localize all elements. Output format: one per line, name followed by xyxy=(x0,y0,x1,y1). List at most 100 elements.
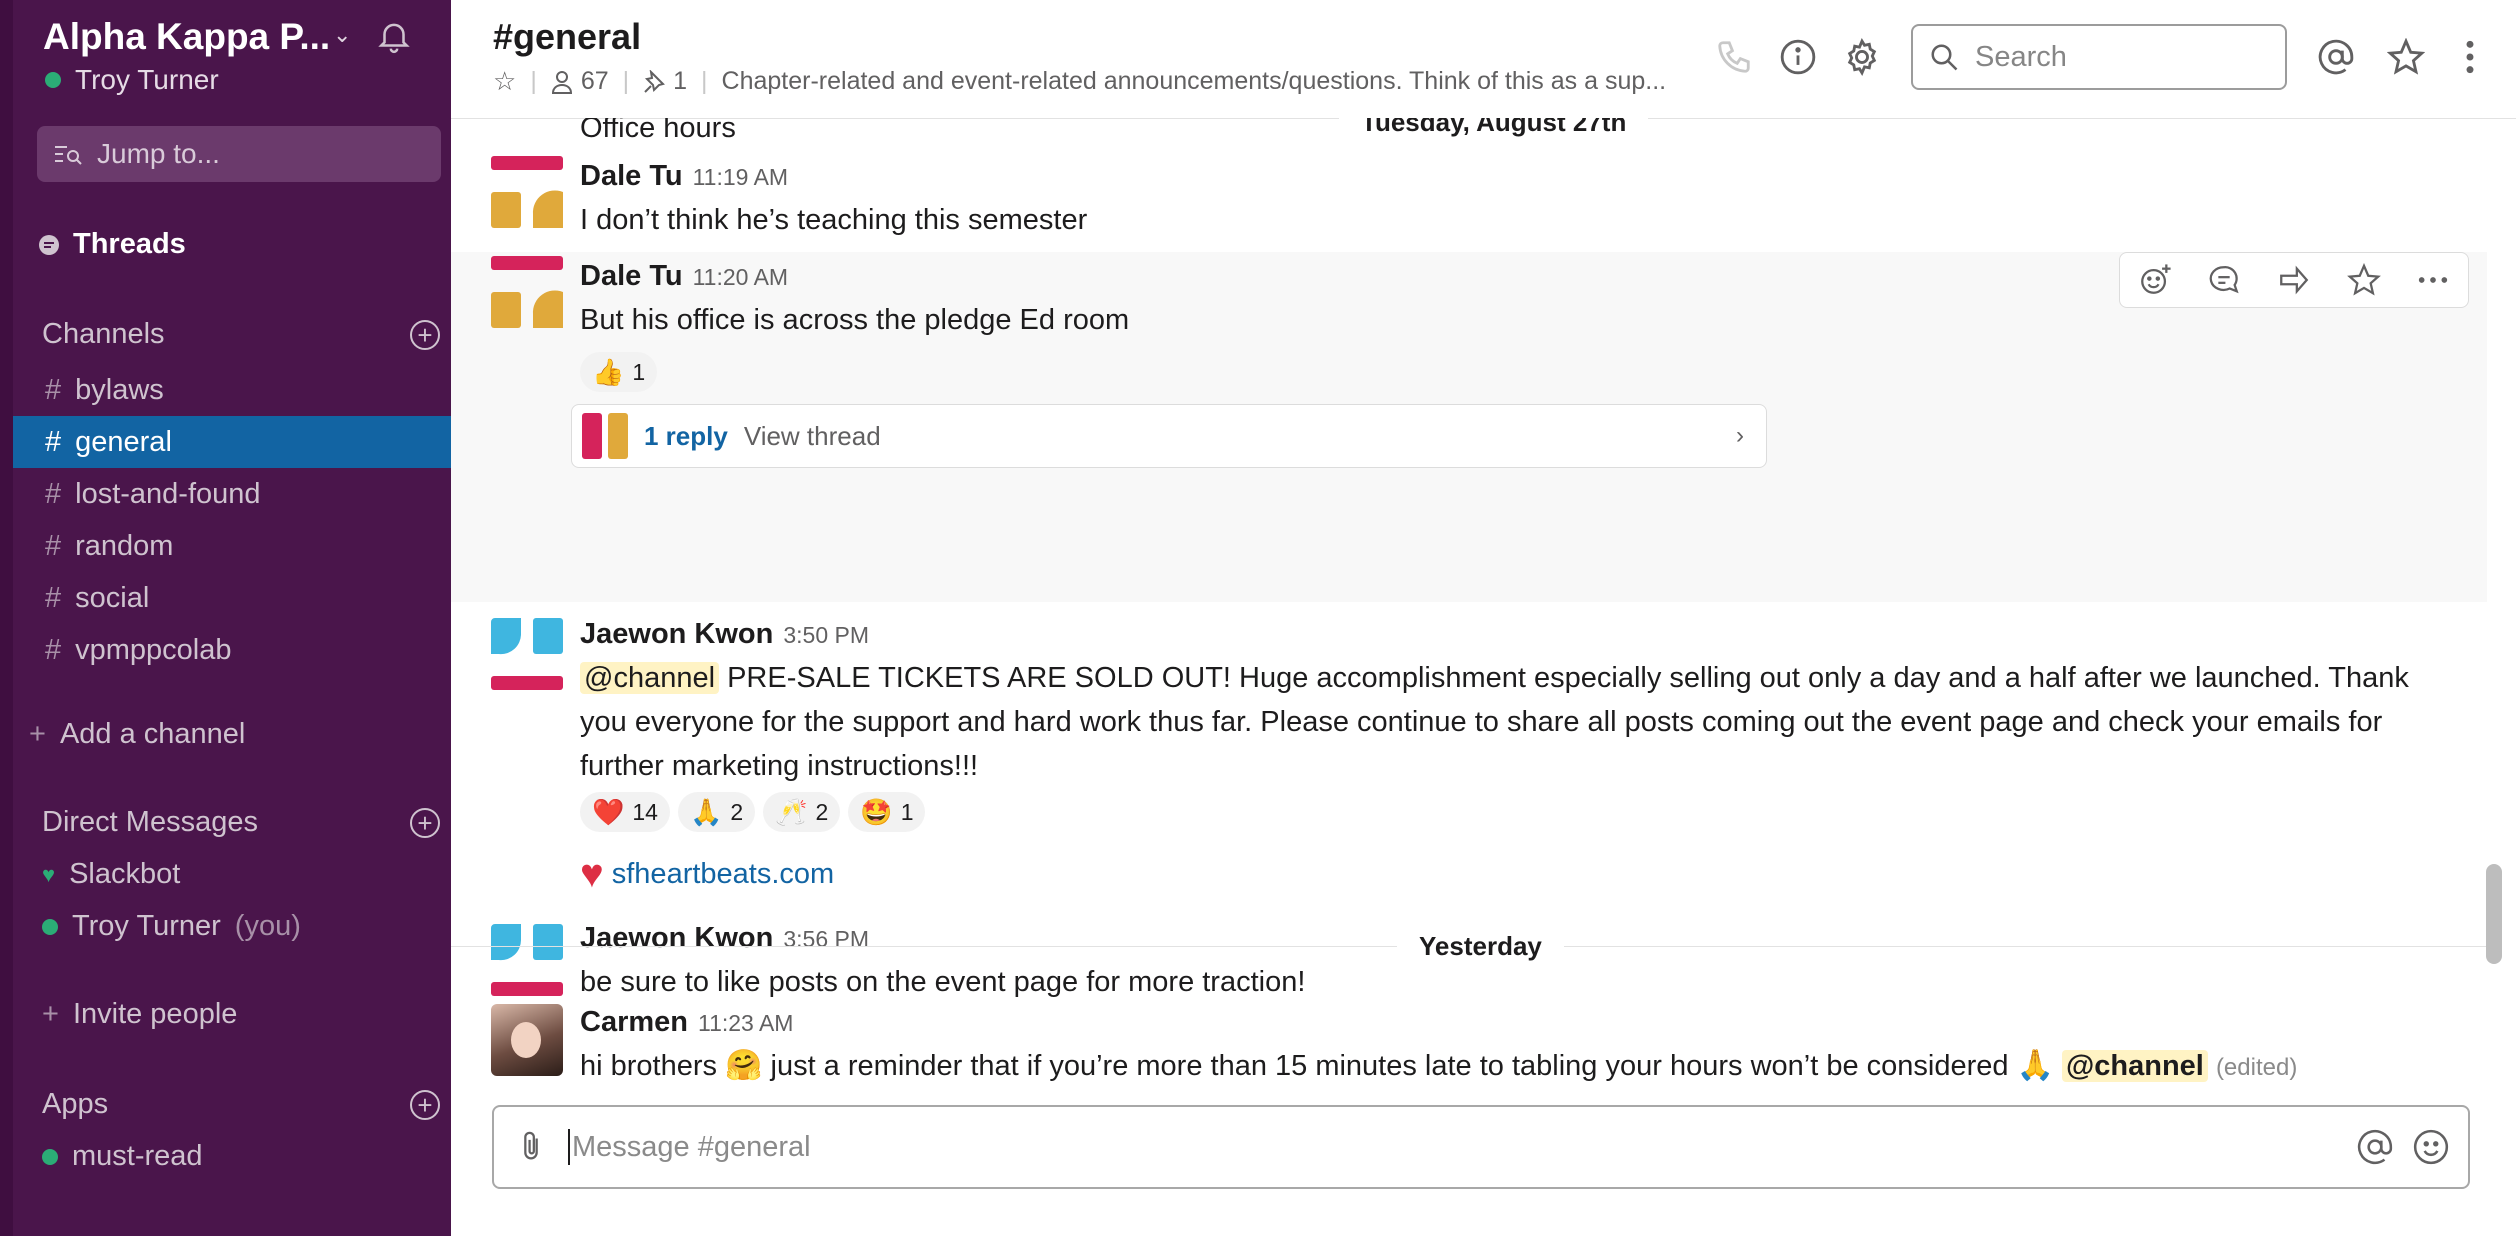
link[interactable]: sfheartbeats.com xyxy=(612,858,834,891)
link-unfurl[interactable]: ♥ sfheartbeats.com xyxy=(580,854,834,894)
message-row[interactable]: Carmen 11:23 AM hi brothers 🤗 just a remi… xyxy=(451,1004,2487,1098)
sidebar-item-threads[interactable]: Threads xyxy=(37,228,186,261)
message-composer[interactable]: Message #general xyxy=(492,1105,2470,1189)
star-icon[interactable] xyxy=(2346,263,2381,297)
message-row[interactable]: Dale Tu 11:19 AM I don’t think he’s teach… xyxy=(451,156,2487,256)
gear-icon[interactable] xyxy=(1843,38,1881,76)
channel-mention[interactable]: @channel xyxy=(580,662,720,694)
message-author[interactable]: Jaewon Kwon xyxy=(580,618,773,650)
add-reaction-icon[interactable] xyxy=(2138,263,2172,297)
message-text: Office hours xyxy=(580,118,736,144)
bell-icon[interactable] xyxy=(375,16,413,56)
add-app-icon[interactable]: + xyxy=(410,1089,440,1120)
message-author[interactable]: Carmen xyxy=(580,1006,688,1038)
channel-meta: ☆ | 67 | 1 | Chapter-related and event-r… xyxy=(493,66,1666,97)
message-row-hovered[interactable]: Dale Tu 11:20 AM But his office is across… xyxy=(451,252,2487,602)
avatar-face xyxy=(511,1022,541,1058)
channels-section[interactable]: Channels + xyxy=(42,318,440,351)
reaction-count: 14 xyxy=(632,798,658,825)
message-list[interactable]: Office hours Tuesday, August 27th Dale T… xyxy=(451,118,2487,1098)
avatar[interactable] xyxy=(491,618,563,690)
reaction-thumbs-up[interactable]: 👍 1 xyxy=(580,352,658,392)
channels-heading[interactable]: Channels xyxy=(42,318,165,351)
message-actions-toolbar xyxy=(2119,252,2469,308)
chevron-down-icon[interactable]: ⌄ xyxy=(333,22,351,48)
message-author[interactable]: Dale Tu xyxy=(580,160,683,192)
dm-heading[interactable]: Direct Messages xyxy=(42,806,258,839)
sidebar-item-must-read[interactable]: must-read xyxy=(42,1140,203,1173)
avatar[interactable] xyxy=(491,156,563,228)
message-time[interactable]: 11:23 AM xyxy=(698,1010,793,1036)
share-icon[interactable] xyxy=(2277,263,2311,297)
sidebar-item-social[interactable]: # social xyxy=(13,572,451,624)
message-time[interactable]: 11:19 AM xyxy=(693,164,788,190)
sidebar-item-random[interactable]: # random xyxy=(13,520,451,572)
divider: | xyxy=(701,67,708,95)
members-button[interactable]: 67 xyxy=(551,67,609,96)
emoji-icon[interactable] xyxy=(2412,1128,2450,1166)
reaction-count: 1 xyxy=(632,358,646,385)
reaction-star-struck[interactable]: 🤩 1 xyxy=(848,792,926,832)
pins-button[interactable]: 1 xyxy=(643,67,687,96)
avatar[interactable] xyxy=(491,256,563,328)
kebab-menu-icon[interactable] xyxy=(2451,38,2489,76)
avatar[interactable] xyxy=(491,1004,563,1076)
reaction-heart[interactable]: ❤️ 14 xyxy=(580,792,670,832)
search-input[interactable]: Search xyxy=(1911,24,2287,90)
add-dm-icon[interactable]: + xyxy=(410,807,440,838)
reaction-clink[interactable]: 🥂 2 xyxy=(763,792,841,832)
apps-heading[interactable]: Apps xyxy=(42,1088,108,1121)
scrollbar-thumb[interactable] xyxy=(2486,864,2502,964)
message-body: hi brothers 🤗 just a reminder that if yo… xyxy=(580,1044,2297,1090)
sidebar-item-general[interactable]: # general xyxy=(13,416,451,468)
chevron-right-icon: › xyxy=(1736,422,1744,449)
pray-emoji-icon: 🙏 xyxy=(689,796,723,827)
message-text: be sure to like posts on the event page … xyxy=(580,966,1306,998)
paperclip-icon[interactable] xyxy=(514,1130,548,1164)
sidebar-item-bylaws[interactable]: # bylaws xyxy=(13,364,451,416)
apps-section[interactable]: Apps + xyxy=(42,1088,440,1121)
at-icon[interactable] xyxy=(2356,1128,2394,1166)
workspace-name[interactable]: Alpha Kappa P... xyxy=(43,16,330,58)
hash-icon: # xyxy=(45,373,62,406)
at-icon[interactable] xyxy=(2317,38,2355,76)
channel-title[interactable]: #general xyxy=(493,16,641,58)
member-count: 67 xyxy=(580,67,609,95)
channel-topic[interactable]: Chapter-related and event-related announ… xyxy=(722,67,1667,96)
message-input-placeholder[interactable]: Message #general xyxy=(572,1131,811,1164)
dm-you-suffix: (you) xyxy=(234,910,301,942)
reply-thread-icon[interactable] xyxy=(2207,263,2241,297)
jump-to-button[interactable]: Jump to... xyxy=(37,126,441,182)
channel-label: lost-and-found xyxy=(75,477,261,510)
dm-section[interactable]: Direct Messages + xyxy=(42,806,440,839)
sidebar-item-slackbot[interactable]: ♥ Slackbot xyxy=(42,858,180,891)
add-channel-button[interactable]: + Add a channel xyxy=(29,718,245,751)
message-time[interactable]: 3:56 PM xyxy=(783,926,869,952)
thread-summary[interactable]: 1 reply View thread › xyxy=(571,404,1767,468)
more-actions-icon[interactable] xyxy=(2416,263,2450,297)
invite-people-button[interactable]: + Invite people xyxy=(42,998,237,1031)
current-user[interactable]: Troy Turner xyxy=(45,64,219,96)
star-icon[interactable]: ☆ xyxy=(493,66,516,97)
divider: | xyxy=(530,67,537,95)
sidebar-item-troy-turner[interactable]: Troy Turner (you) xyxy=(42,910,301,943)
red-heart-icon: ♥ xyxy=(580,852,604,896)
channel-mention[interactable]: @channel xyxy=(2062,1050,2208,1082)
avatar[interactable] xyxy=(491,924,563,996)
info-icon[interactable] xyxy=(1779,38,1817,76)
date-divider: Tuesday, August 27th xyxy=(1339,118,1649,142)
sidebar-item-vpmppcolab[interactable]: # vpmppcolab xyxy=(13,624,451,676)
star-icon[interactable] xyxy=(2387,38,2425,76)
message-author[interactable]: Dale Tu xyxy=(580,260,683,292)
reaction-pray[interactable]: 🙏 2 xyxy=(677,792,756,832)
channel-header: #general ☆ | 67 | 1 | Chapter-related an… xyxy=(451,0,2516,119)
message-row[interactable]: Jaewon Kwon 3:50 PM @channel PRE-SALE TIC… xyxy=(451,602,2487,912)
message-time[interactable]: 3:50 PM xyxy=(783,622,869,648)
view-thread-link[interactable]: View thread xyxy=(744,421,881,452)
message-author[interactable]: Jaewon Kwon xyxy=(580,922,773,954)
message-time[interactable]: 11:20 AM xyxy=(693,264,788,290)
reply-count[interactable]: 1 reply xyxy=(644,421,728,452)
add-channel-icon[interactable]: + xyxy=(410,319,440,350)
phone-icon[interactable] xyxy=(1715,38,1753,76)
sidebar-item-lost-and-found[interactable]: # lost-and-found xyxy=(13,468,451,520)
